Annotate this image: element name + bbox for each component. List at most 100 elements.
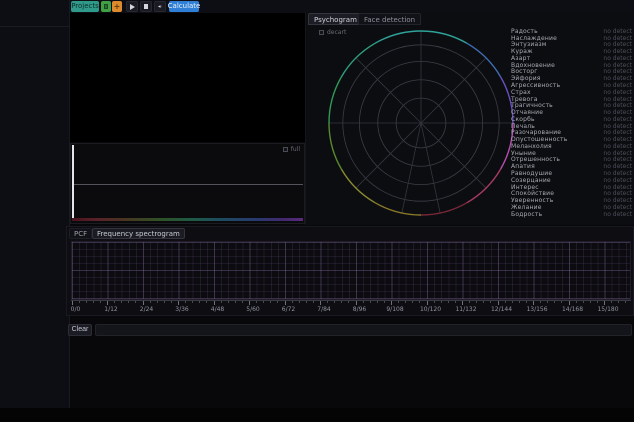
spectrogram-plot[interactable] <box>71 241 631 300</box>
add-button[interactable]: + <box>112 1 122 12</box>
major-tick <box>604 301 605 305</box>
major-tick <box>498 301 499 305</box>
major-tick <box>320 301 321 305</box>
polar-rim-segment <box>421 203 467 215</box>
sidebar-divider <box>0 26 69 27</box>
tick-label: 2/24 <box>140 306 153 313</box>
waveform-spectrum-strip <box>72 218 303 221</box>
full-checkbox-label: full <box>291 146 300 153</box>
minor-tick <box>547 301 548 303</box>
minor-tick <box>121 301 122 303</box>
minor-tick <box>171 301 172 303</box>
minor-tick <box>512 301 513 303</box>
volume-button[interactable] <box>154 1 166 12</box>
tick-label: 12/144 <box>491 306 512 313</box>
minor-tick <box>242 301 243 303</box>
minor-tick <box>256 301 257 303</box>
minor-tick <box>583 301 584 303</box>
major-tick <box>285 301 286 305</box>
polar-rim-segment <box>329 123 341 169</box>
tick-label: 9/108 <box>386 306 403 313</box>
tab-pcf[interactable]: PCF <box>69 228 92 239</box>
polar-rim-segment <box>421 31 467 43</box>
log-panel: Clear <box>66 320 634 340</box>
tick-label: 8/96 <box>353 306 366 313</box>
minor-tick <box>490 301 491 303</box>
minor-tick <box>277 301 278 303</box>
stop-button[interactable] <box>140 1 152 12</box>
minor-tick <box>526 301 527 303</box>
snapshot-button[interactable] <box>101 1 111 12</box>
minor-tick <box>157 301 158 303</box>
checkbox-icon[interactable] <box>319 30 324 35</box>
minor-tick <box>419 301 420 303</box>
projects-button[interactable]: Projects <box>71 1 99 12</box>
polar-rim-segment <box>375 31 421 43</box>
minor-tick <box>618 301 619 303</box>
minor-tick <box>185 301 186 303</box>
polar-rim-segment <box>329 77 341 123</box>
emotion-list: Радостьno detectНаслаждениеno detectЭнту… <box>511 28 632 217</box>
minor-tick <box>270 301 271 303</box>
major-tick <box>391 301 392 305</box>
major-tick <box>569 301 570 305</box>
full-checkbox[interactable]: full <box>283 146 300 153</box>
stop-icon <box>144 4 148 9</box>
minor-tick <box>597 301 598 303</box>
tab-psychogram[interactable]: Psychogram <box>308 13 363 25</box>
polar-rim-segment <box>375 203 421 215</box>
minor-tick <box>441 301 442 303</box>
clear-button[interactable]: Clear <box>68 324 92 336</box>
major-tick <box>178 301 179 305</box>
plus-icon: + <box>114 3 121 11</box>
tab-face-detection[interactable]: Face detection <box>358 13 421 25</box>
minor-tick <box>370 301 371 303</box>
minor-tick <box>263 301 264 303</box>
log-row[interactable] <box>95 324 632 336</box>
minor-tick <box>79 301 80 303</box>
tick-label: 14/168 <box>562 306 583 313</box>
major-tick <box>214 301 215 305</box>
minor-tick <box>206 301 207 303</box>
minor-tick <box>348 301 349 303</box>
major-tick <box>427 301 428 305</box>
minor-tick <box>341 301 342 303</box>
minor-tick <box>221 301 222 303</box>
minor-tick <box>114 301 115 303</box>
spectro-axis: 0/01/122/243/364/485/606/727/848/969/108… <box>71 300 631 315</box>
minor-tick <box>398 301 399 303</box>
tick-label: 1/12 <box>104 306 117 313</box>
tick-label: 10/120 <box>420 306 441 313</box>
minor-tick <box>100 301 101 303</box>
play-button[interactable] <box>126 1 138 12</box>
sidebar <box>0 0 70 408</box>
polar-spoke <box>356 123 421 188</box>
bottom-strip <box>0 408 634 422</box>
calculate-button[interactable]: Calculate <box>169 1 199 12</box>
minor-tick <box>128 301 129 303</box>
minor-tick <box>313 301 314 303</box>
image-icon <box>104 4 108 9</box>
minor-tick <box>469 301 470 303</box>
minor-tick <box>377 301 378 303</box>
waveform-panel[interactable]: full <box>70 143 305 224</box>
playhead[interactable] <box>72 145 74 218</box>
minor-tick <box>306 301 307 303</box>
polar-spoke <box>402 123 421 213</box>
psychogram-polar-chart <box>326 28 516 218</box>
spectrogram-panel: PCF Frequency spectrogram 0/01/122/243/3… <box>66 226 634 316</box>
emotion-row: Бодростьno detect <box>511 211 632 218</box>
polar-spoke <box>356 58 421 123</box>
major-tick <box>107 301 108 305</box>
minor-tick <box>299 301 300 303</box>
video-preview <box>70 13 305 142</box>
checkbox-icon[interactable] <box>283 147 288 152</box>
minor-tick <box>519 301 520 303</box>
minor-tick <box>405 301 406 303</box>
minor-tick <box>590 301 591 303</box>
tick-label: 4/48 <box>211 306 224 313</box>
waveform-zero-line <box>74 184 303 185</box>
tick-label: 13/156 <box>526 306 547 313</box>
minor-tick <box>164 301 165 303</box>
tab-frequency-spectrogram[interactable]: Frequency spectrogram <box>92 228 185 239</box>
